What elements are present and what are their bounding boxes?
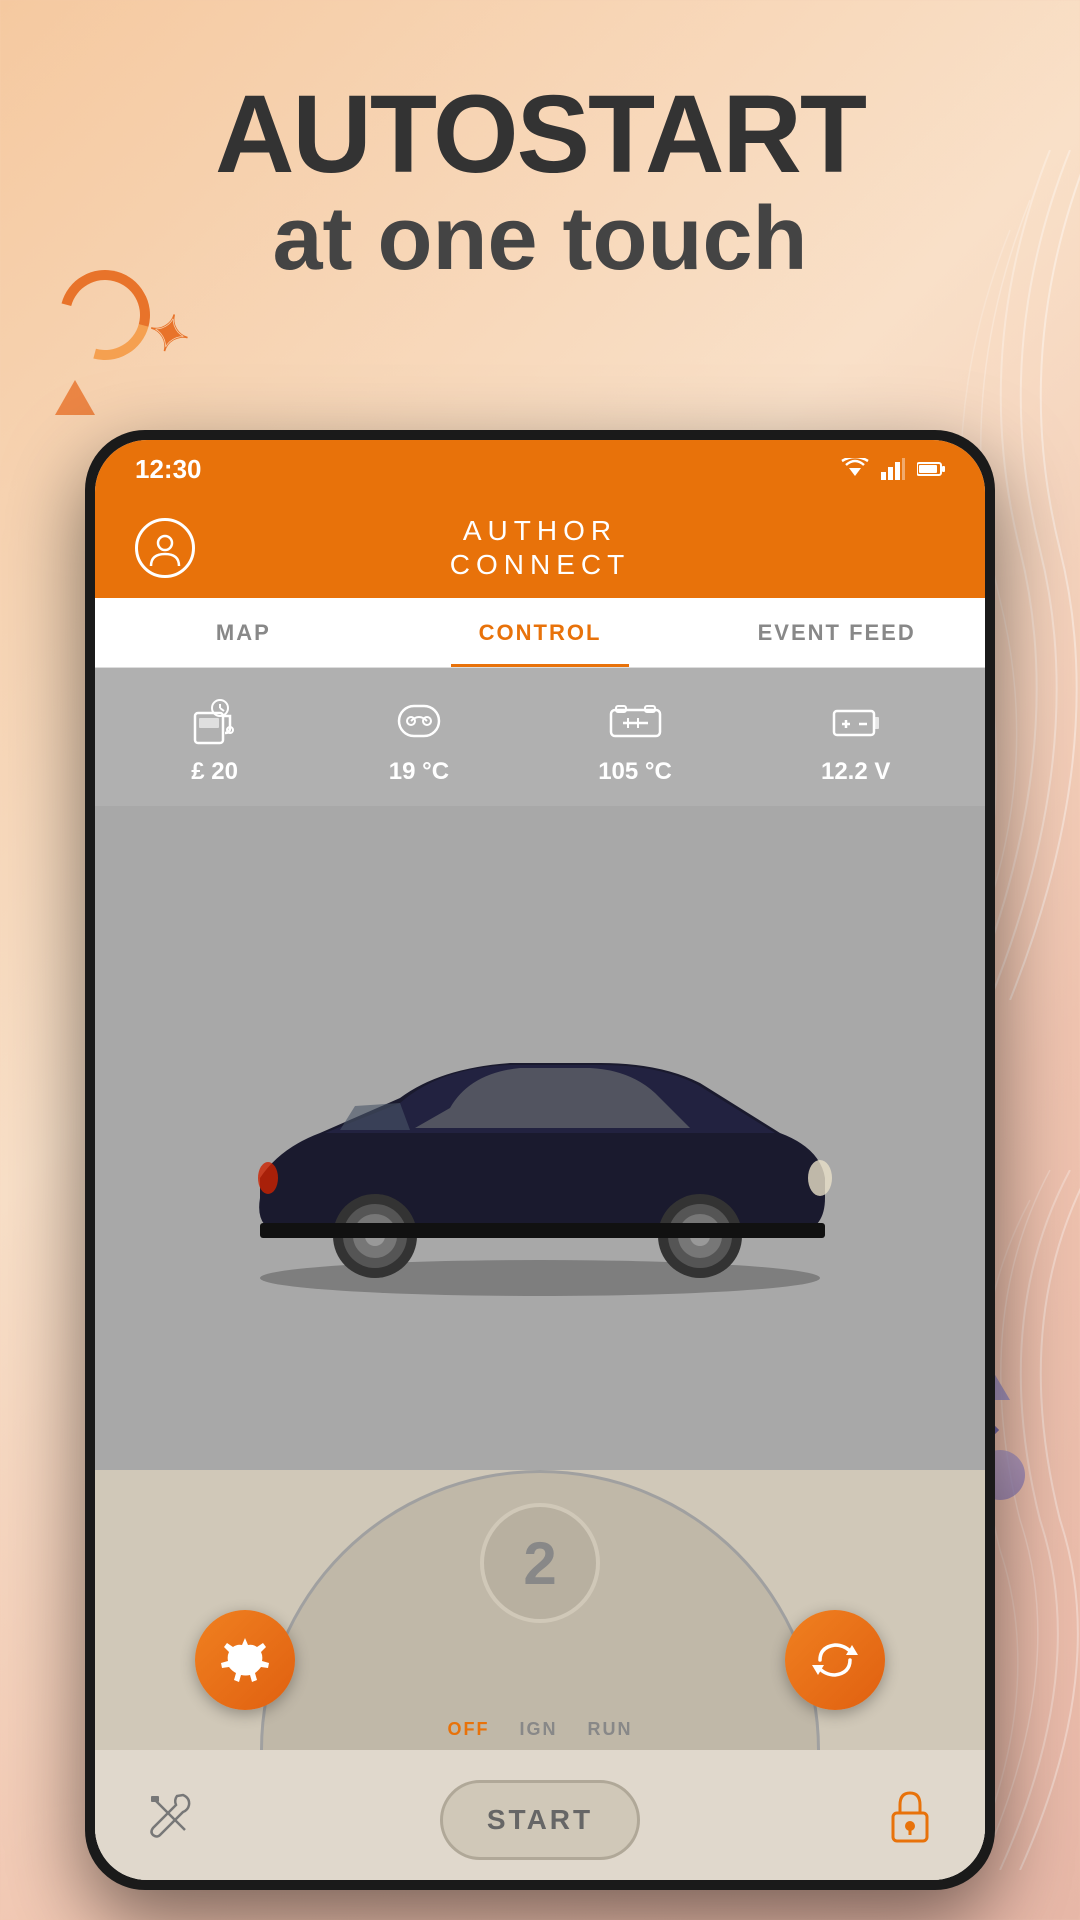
- fuel-value: £ 20: [191, 758, 238, 786]
- fuel-stat: £ 20: [190, 698, 240, 786]
- app-header: author connect: [95, 498, 985, 598]
- refresh-button[interactable]: [785, 1610, 885, 1710]
- stats-row: £ 20 19 °C: [95, 668, 985, 806]
- battery-icon: [917, 461, 945, 477]
- fuel-icon: [190, 698, 240, 748]
- status-icons: [841, 458, 945, 480]
- ign-off-label: OFF: [447, 1719, 489, 1740]
- person-icon: [147, 530, 183, 566]
- headline: AUTOSTART at one touch: [0, 80, 1080, 289]
- profile-button[interactable]: [135, 518, 195, 578]
- lock-icon: [885, 1788, 935, 1843]
- wifi-icon: [841, 458, 869, 480]
- outside-temp-value: 19 °C: [389, 758, 449, 786]
- dial-number[interactable]: 2: [480, 1503, 600, 1623]
- deco-triangle-icon: [55, 380, 95, 415]
- outside-temp-icon: [394, 698, 444, 748]
- engine-temp-value: 105 °C: [598, 758, 672, 786]
- status-bar: 12:30: [95, 440, 985, 498]
- dial-container: 2: [95, 1470, 985, 1750]
- tools-icon: [145, 1790, 195, 1840]
- status-time: 12:30: [135, 454, 202, 485]
- headline-main: AUTOSTART: [80, 80, 1000, 190]
- tab-map[interactable]: MAP: [95, 598, 392, 667]
- lock-button[interactable]: [885, 1788, 935, 1843]
- refresh-icon: [810, 1635, 860, 1685]
- phone-body: 12:30: [85, 430, 995, 1890]
- ignition-labels: OFF IGN RUN: [447, 1719, 632, 1740]
- app-logo-line2: connect: [450, 548, 630, 582]
- car-image: [200, 978, 880, 1298]
- tab-event-feed[interactable]: EVENT FEED: [688, 598, 985, 667]
- battery-voltage-stat: 12.2 V: [821, 698, 890, 786]
- ign-ign-label: IGN: [519, 1719, 557, 1740]
- gear-icon: [218, 1633, 273, 1688]
- signal-icon: [881, 458, 905, 480]
- start-button[interactable]: START: [440, 1780, 640, 1860]
- phone-screen: 12:30: [95, 440, 985, 1880]
- ign-run-label: RUN: [588, 1719, 633, 1740]
- battery-voltage-icon: [831, 698, 881, 748]
- dial-outer: 2: [260, 1470, 820, 1750]
- control-panel: 2: [95, 1470, 985, 1880]
- outside-temp-stat: 19 °C: [389, 698, 449, 786]
- car-display-area: [95, 806, 985, 1470]
- app-logo-line1: author: [463, 514, 617, 548]
- battery-voltage-value: 12.2 V: [821, 758, 890, 786]
- nav-tabs: MAP CONTROL EVENT FEED: [95, 598, 985, 668]
- tools-button[interactable]: [145, 1790, 195, 1840]
- phone-mockup: 12:30: [85, 430, 995, 1890]
- gear-button[interactable]: [195, 1610, 295, 1710]
- bottom-toolbar: START: [95, 1750, 985, 1880]
- tab-control[interactable]: CONTROL: [392, 598, 689, 667]
- main-content: £ 20 19 °C: [95, 668, 985, 1880]
- engine-temp-icon: [608, 698, 663, 748]
- engine-temp-stat: 105 °C: [598, 698, 672, 786]
- app-logo: author connect: [450, 514, 630, 581]
- headline-sub: at one touch: [80, 190, 1000, 289]
